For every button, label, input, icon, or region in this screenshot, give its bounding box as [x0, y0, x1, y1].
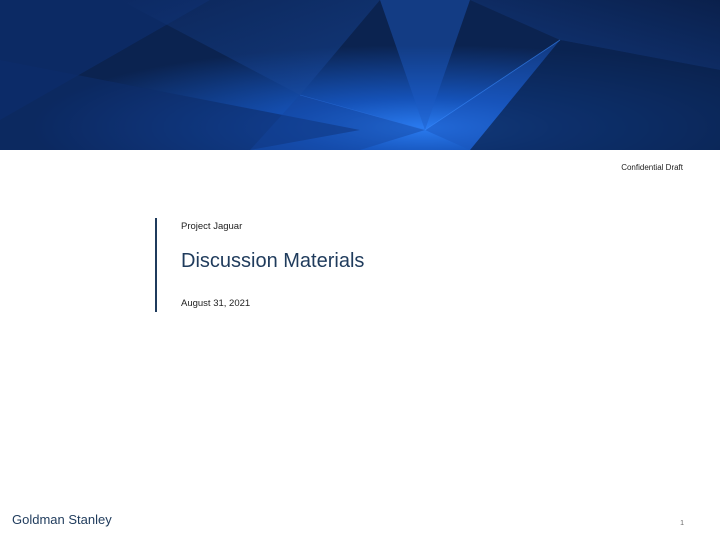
- document-date: August 31, 2021: [181, 298, 251, 309]
- page-number: 1: [680, 520, 684, 527]
- title-block: Project Jaguar Discussion Materials Augu…: [155, 218, 555, 312]
- abstract-blue-banner-graphic: [0, 0, 720, 150]
- header-banner: [0, 0, 720, 150]
- page-title: Discussion Materials: [181, 250, 365, 272]
- accent-bar: [155, 218, 157, 312]
- confidential-label: Confidential Draft: [621, 163, 683, 172]
- project-name: Project Jaguar: [181, 221, 243, 232]
- company-name: Goldman Stanley: [12, 512, 112, 527]
